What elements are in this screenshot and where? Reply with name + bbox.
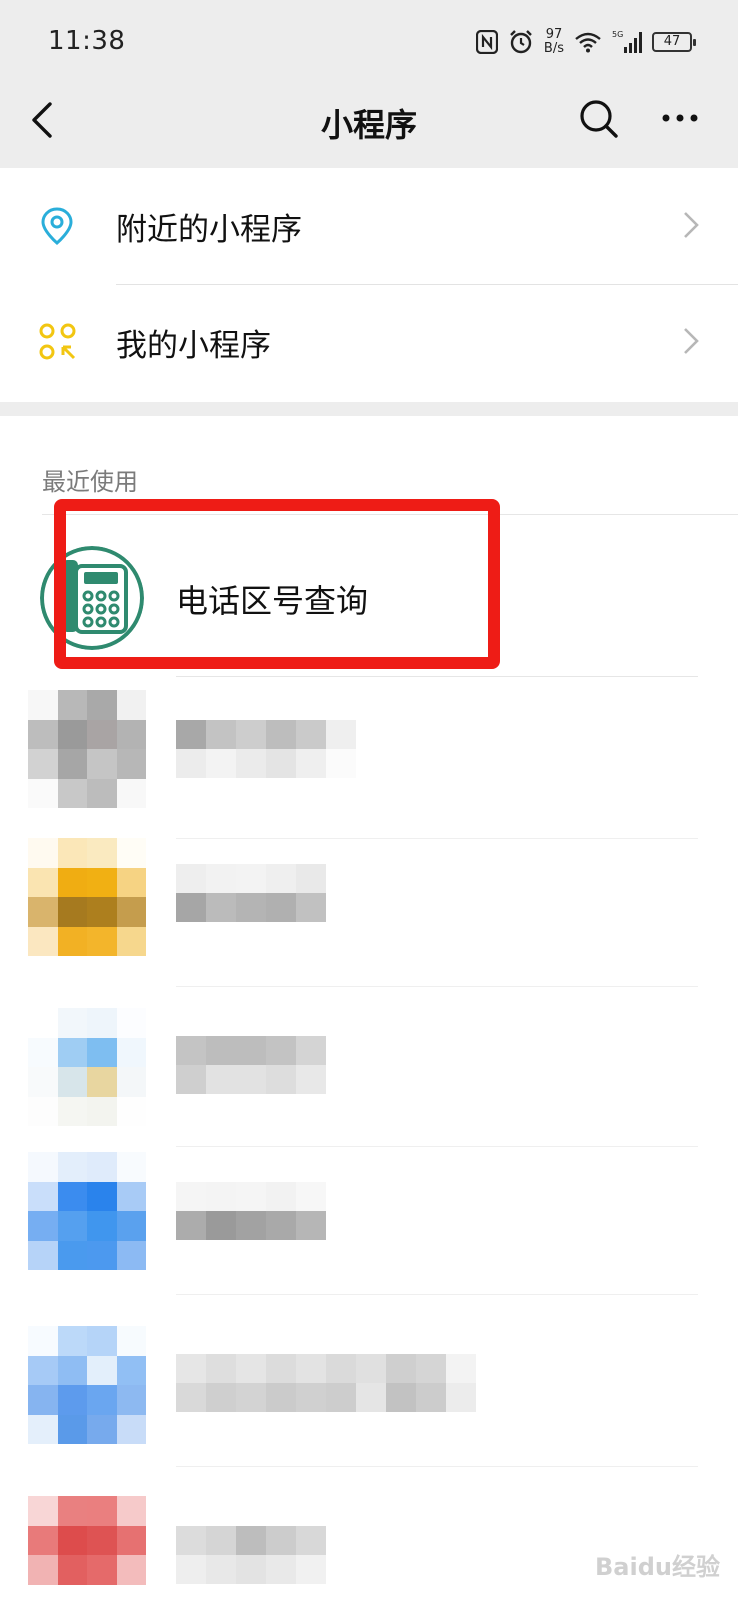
- mini-program-menu: 附近的小程序 我的小程序: [0, 168, 738, 402]
- obscured-app-icon: [28, 690, 146, 808]
- obscured-app-icon: [28, 838, 146, 956]
- status-bar: 11:38 97 B/s 5G 47: [0, 0, 738, 84]
- page-title: 小程序: [320, 106, 417, 144]
- obscured-app-name: [176, 720, 476, 778]
- section-gap: [0, 402, 738, 416]
- baidu-watermark: Baidu经验: [595, 1553, 720, 1581]
- obscured-app-name: [176, 1526, 476, 1584]
- divider: [176, 986, 698, 987]
- nfc-icon: [475, 30, 498, 54]
- menu-item-label: 附近的小程序: [116, 212, 302, 248]
- obscured-recent-item[interactable]: [0, 1326, 738, 1476]
- battery-icon: 47: [652, 32, 696, 52]
- svg-text:5G: 5G: [612, 30, 623, 39]
- more-options-icon[interactable]: [660, 106, 700, 130]
- status-icons: 97 B/s 5G 47: [475, 24, 696, 60]
- obscured-app-name: [176, 1354, 476, 1412]
- divider: [176, 1146, 698, 1147]
- chevron-right-icon: [682, 326, 700, 356]
- wifi-icon: [574, 31, 602, 53]
- divider: [176, 1294, 698, 1295]
- obscured-app-icon: [28, 1496, 146, 1600]
- recent-section-title: 最近使用: [42, 468, 138, 496]
- obscured-app-name: [176, 864, 476, 922]
- obscured-recent-item[interactable]: [0, 1152, 738, 1302]
- mini-program-icon: [38, 322, 76, 362]
- net-speed: 97 B/s: [544, 28, 564, 56]
- obscured-recent-item[interactable]: [0, 690, 738, 840]
- top-bar: 11:38 97 B/s 5G 47 小程序: [0, 0, 738, 168]
- menu-item-my-mini-programs[interactable]: 我的小程序: [0, 284, 738, 400]
- divider: [176, 1466, 698, 1467]
- obscured-app-name: [176, 1182, 476, 1240]
- menu-item-label: 我的小程序: [116, 328, 271, 364]
- obscured-app-icon: [28, 1008, 146, 1126]
- navigation-bar: 小程序: [0, 84, 738, 168]
- signal-icon: 5G: [612, 29, 642, 55]
- highlight-box: [54, 499, 500, 669]
- menu-item-nearby[interactable]: 附近的小程序: [0, 168, 738, 285]
- obscured-app-name: [176, 1036, 476, 1094]
- net-speed-value: 97: [545, 27, 563, 42]
- status-time: 11:38: [48, 26, 126, 56]
- obscured-app-icon: [28, 1152, 146, 1270]
- chevron-right-icon: [682, 210, 700, 240]
- location-pin-icon: [38, 206, 76, 246]
- alarm-icon: [508, 29, 534, 55]
- obscured-recent-item[interactable]: [0, 838, 738, 988]
- obscured-recent-item[interactable]: [0, 1008, 738, 1158]
- divider: [176, 676, 698, 677]
- net-speed-unit: B/s: [543, 41, 564, 56]
- search-icon[interactable]: [578, 98, 620, 140]
- obscured-app-icon: [28, 1326, 146, 1444]
- mini-programs-page: 11:38 97 B/s 5G 47 小程序 附近的小程序 我的小程序 最近使用…: [0, 0, 738, 1600]
